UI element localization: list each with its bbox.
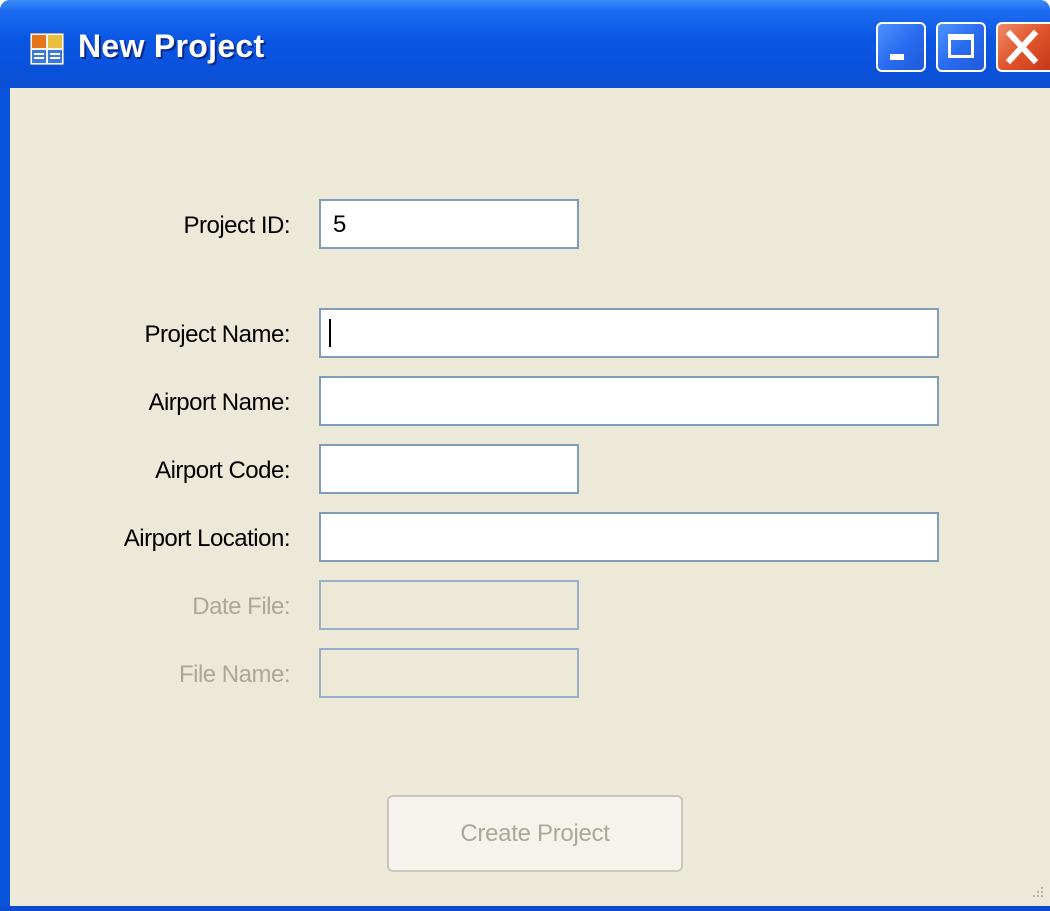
- project-name-field[interactable]: [319, 308, 939, 358]
- maximize-icon: [948, 34, 974, 58]
- file-name-label: File Name:: [178, 661, 291, 688]
- create-project-button: Create Project: [387, 795, 683, 872]
- maximize-button[interactable]: [936, 22, 986, 72]
- project-id-value: 5: [333, 211, 347, 238]
- window-title: New Project: [78, 28, 265, 64]
- new-project-window: New Project Project ID: 5 Project Name: …: [0, 0, 1050, 911]
- airport-location-field[interactable]: [319, 512, 939, 562]
- close-button[interactable]: [996, 22, 1050, 72]
- window-left-border: [0, 88, 10, 906]
- text-caret: [329, 319, 331, 347]
- date-file-field: [319, 580, 579, 630]
- file-name-field: [319, 648, 579, 698]
- title-bar[interactable]: New Project: [0, 0, 1050, 88]
- resize-grip-icon[interactable]: [1026, 882, 1046, 902]
- window-bottom-border: [0, 906, 1050, 911]
- minimize-icon: [890, 54, 904, 60]
- close-icon: [1005, 29, 1039, 65]
- app-window-icon: [30, 33, 64, 65]
- airport-name-field[interactable]: [319, 376, 939, 426]
- form-area: Project ID: 5 Project Name: Airport Name…: [10, 88, 1050, 906]
- project-id-label: Project ID:: [183, 212, 290, 239]
- airport-location-label: Airport Location:: [123, 525, 291, 552]
- airport-code-field[interactable]: [319, 444, 579, 494]
- airport-code-label: Airport Code:: [155, 457, 290, 484]
- date-file-label: Date File:: [192, 593, 290, 620]
- project-id-field[interactable]: 5: [319, 199, 579, 249]
- minimize-button[interactable]: [876, 22, 926, 72]
- airport-name-label: Airport Name:: [148, 389, 290, 416]
- project-name-label: Project Name:: [144, 321, 290, 348]
